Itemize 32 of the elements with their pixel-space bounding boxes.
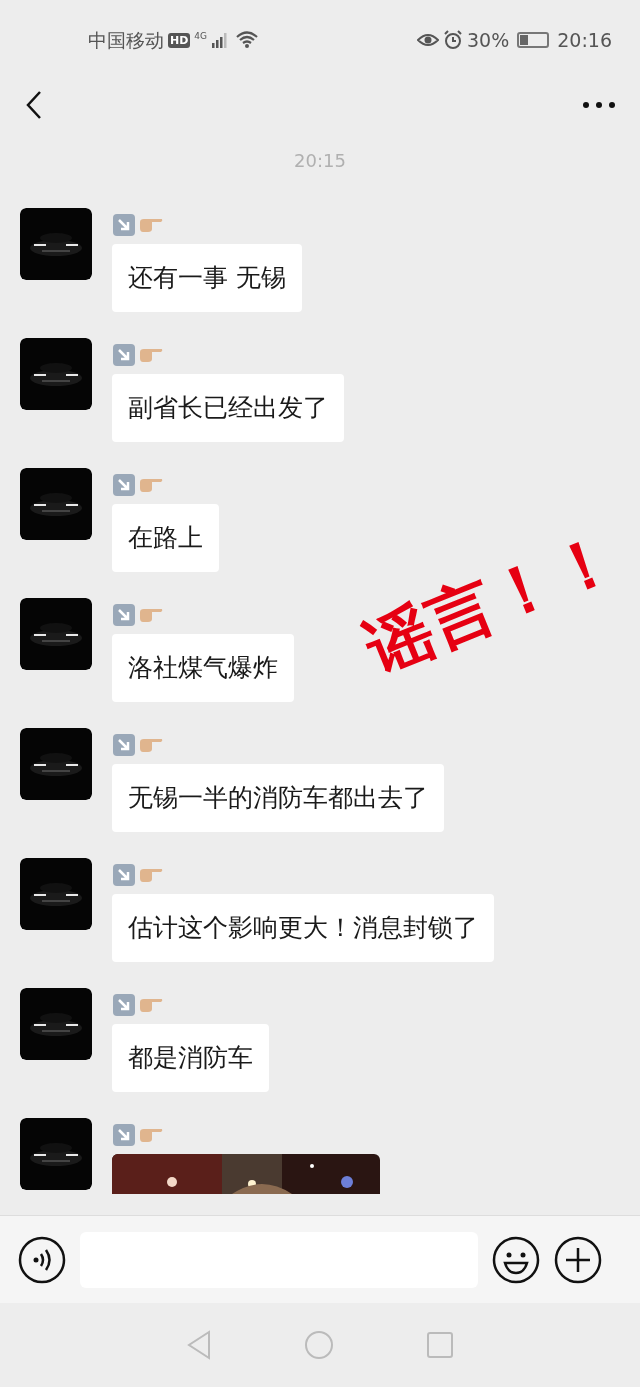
message-bubble: 副省长已经出发了 [112, 374, 344, 442]
back-icon[interactable] [24, 90, 44, 120]
pointing-hand-icon [140, 348, 163, 362]
pointing-hand-icon [140, 868, 163, 882]
signal-icon [211, 32, 228, 48]
voice-icon[interactable] [18, 1235, 66, 1284]
pointing-hand-icon [140, 478, 163, 492]
eye-icon [417, 32, 439, 48]
emoji-icon[interactable] [492, 1235, 540, 1284]
message-bubble: 在路上 [112, 504, 219, 572]
pointing-hand-icon [140, 738, 163, 752]
carrier: 中国移动 [88, 27, 164, 53]
battery-icon [517, 32, 550, 48]
rumor-stamp-text: 谣言！！ [357, 522, 627, 684]
message-bubble: 都是消防车 [112, 1024, 269, 1092]
network-type: 4G [194, 29, 208, 43]
wifi-icon [235, 30, 260, 50]
battery-percent: 30% [467, 27, 510, 53]
message-timestamp: 20:15 [294, 148, 346, 173]
pointing-hand-icon [140, 608, 163, 622]
more-icon[interactable] [582, 101, 616, 109]
pointing-hand-icon [140, 1128, 163, 1142]
hd-badge: HD [168, 32, 191, 48]
message-bubble: 洛社煤气爆炸 [112, 634, 294, 702]
alarm-icon [443, 30, 463, 50]
pointing-hand-icon [140, 218, 163, 232]
message-bubble: 还有一事 无锡 [112, 244, 302, 312]
pointing-hand-icon [140, 998, 163, 1012]
message-bubble: 无锡一半的消防车都出去了 [112, 764, 444, 832]
add-icon[interactable] [554, 1235, 602, 1284]
message-bubble: 估计这个影响更大！消息封锁了 [112, 894, 494, 962]
clock: 20:16 [557, 27, 612, 53]
